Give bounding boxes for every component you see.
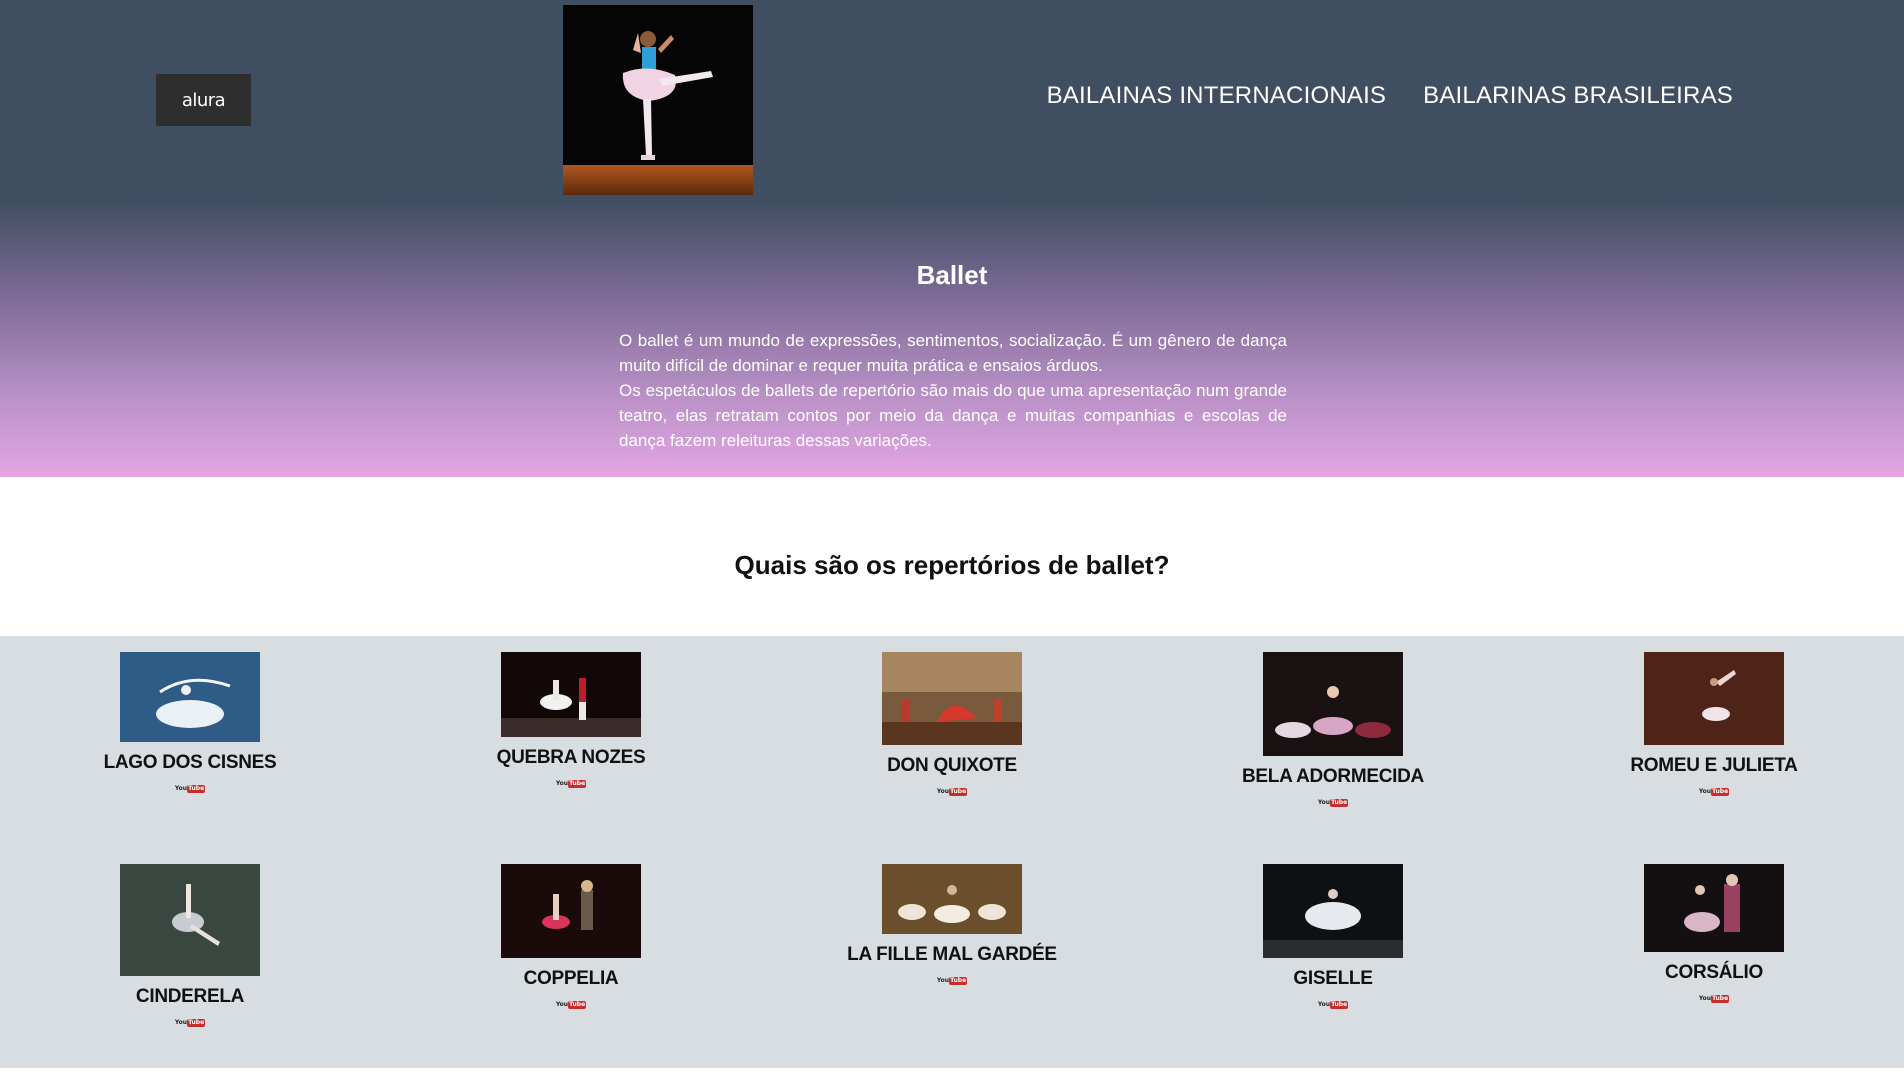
quebra-nozes-image[interactable] bbox=[501, 652, 641, 737]
alura-logo[interactable]: alura bbox=[156, 74, 251, 126]
repertoire-name: QUEBRA NOZES bbox=[496, 747, 646, 768]
main-nav: BAILAINAS INTERNACIONAIS BAILARINAS BRAS… bbox=[1047, 82, 1733, 110]
intro-paragraph-2: Os espetáculos de ballets de repertório … bbox=[619, 381, 1287, 450]
la-fille-mal-gardee-image[interactable] bbox=[882, 864, 1022, 934]
don-quixote-image[interactable] bbox=[882, 652, 1022, 745]
repertoire-card-la-fille-mal-gardee: LA FILLE MAL GARDÉE You Tube bbox=[787, 864, 1117, 986]
youtube-icon[interactable]: You Tube bbox=[556, 1000, 587, 1010]
repertoire-name: COPPELIA bbox=[523, 968, 619, 989]
repertoire-grid: LAGO DOS CISNES You Tube QUEBRA NOZES You… bbox=[0, 636, 1904, 1068]
repertoire-card-coppelia: COPPELIA You Tube bbox=[406, 864, 736, 1010]
youtube-icon[interactable]: You Tube bbox=[1318, 1000, 1349, 1010]
ballerina-hero-image bbox=[563, 5, 753, 195]
nav-link-international-dancers[interactable]: BAILAINAS INTERNACIONAIS bbox=[1047, 82, 1387, 110]
youtube-icon[interactable]: You Tube bbox=[937, 976, 968, 986]
youtube-icon[interactable]: You Tube bbox=[556, 779, 587, 789]
intro-section: Ballet O ballet é um mundo de expressões… bbox=[0, 200, 1904, 477]
repertoire-name: CINDERELA bbox=[135, 986, 245, 1007]
repertoire-card-giselle: GISELLE You Tube bbox=[1168, 864, 1498, 1010]
site-header: alura BAILAINAS INTERNACIONAIS BAILARINA… bbox=[0, 0, 1904, 200]
youtube-icon[interactable]: You Tube bbox=[1699, 994, 1730, 1004]
repertoire-card-romeu-e-julieta: ROMEU E JULIETA You Tube bbox=[1549, 652, 1879, 797]
repertoire-name: DON QUIXOTE bbox=[887, 755, 1017, 776]
intro-title: Ballet bbox=[916, 260, 988, 290]
repertoire-name: LAGO DOS CISNES bbox=[103, 752, 277, 773]
repertoire-card-lago-dos-cisnes: LAGO DOS CISNES You Tube bbox=[25, 652, 355, 794]
youtube-icon[interactable]: You Tube bbox=[175, 1018, 206, 1028]
cinderela-image[interactable] bbox=[120, 864, 260, 976]
repertoire-name: BELA ADORMECIDA bbox=[1242, 766, 1424, 787]
youtube-icon[interactable]: You Tube bbox=[1699, 787, 1730, 797]
coppelia-image[interactable] bbox=[501, 864, 641, 958]
corsalio-image[interactable] bbox=[1644, 864, 1784, 952]
repertoire-card-cinderela: CINDERELA You Tube bbox=[25, 864, 355, 1028]
repertoire-heading: Quais são os repertórios de ballet? bbox=[734, 550, 1170, 580]
romeu-e-julieta-image[interactable] bbox=[1644, 652, 1784, 745]
giselle-image[interactable] bbox=[1263, 864, 1403, 958]
intro-paragraph-1: O ballet é um mundo de expressões, senti… bbox=[619, 331, 1287, 375]
repertoire-name: ROMEU E JULIETA bbox=[1630, 755, 1798, 776]
repertoire-card-bela-adormecida: BELA ADORMECIDA You Tube bbox=[1168, 652, 1498, 808]
repertoire-card-corsalio: CORSÁLIO You Tube bbox=[1549, 864, 1879, 1004]
youtube-icon[interactable]: You Tube bbox=[937, 787, 968, 797]
youtube-icon[interactable]: You Tube bbox=[175, 784, 206, 794]
nav-link-brazilian-dancers[interactable]: BAILARINAS BRASILEIRAS bbox=[1423, 82, 1733, 110]
repertoire-card-don-quixote: DON QUIXOTE You Tube bbox=[787, 652, 1117, 797]
logo-text: alura bbox=[181, 89, 226, 111]
intro-text: O ballet é um mundo de expressões, senti… bbox=[619, 328, 1287, 453]
youtube-icon[interactable]: You Tube bbox=[1318, 798, 1349, 808]
repertoire-name: CORSÁLIO bbox=[1665, 962, 1763, 983]
repertoire-name: LA FILLE MAL GARDÉE bbox=[847, 944, 1057, 965]
repertoire-card-quebra-nozes: QUEBRA NOZES You Tube bbox=[406, 652, 736, 789]
bela-adormecida-image[interactable] bbox=[1263, 652, 1403, 756]
lago-dos-cisnes-image[interactable] bbox=[120, 652, 260, 742]
repertoire-name: GISELLE bbox=[1293, 968, 1373, 989]
